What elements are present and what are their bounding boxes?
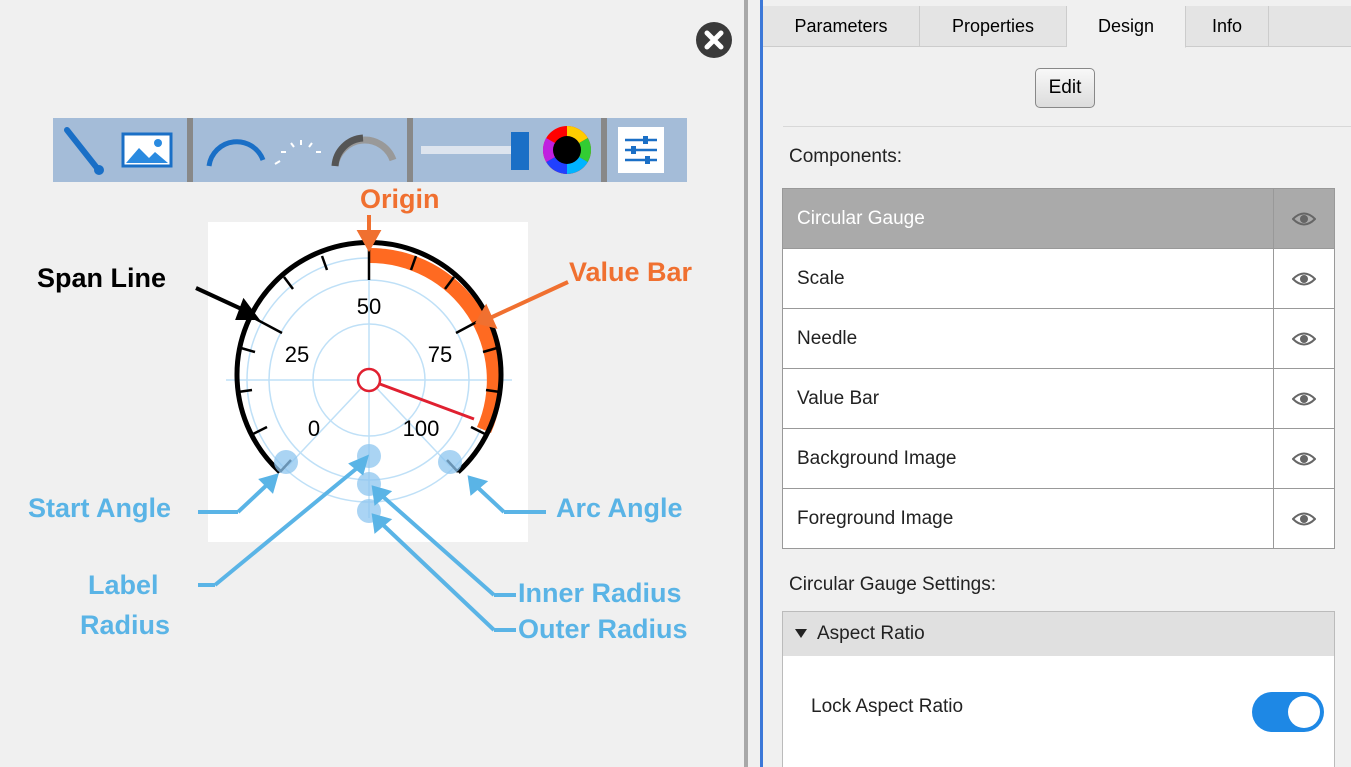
annotation-label-radius: Label: [88, 570, 159, 600]
component-name: Needle: [797, 328, 858, 349]
annotation-outer-radius: Outer Radius: [518, 614, 688, 644]
annotation-inner-radius: Inner Radius: [518, 578, 682, 608]
component-name: Value Bar: [797, 388, 880, 409]
annotation-origin: Origin: [360, 184, 440, 214]
component-name: Scale: [797, 268, 845, 289]
divider-line: [783, 126, 1351, 127]
caret-down-icon: [795, 629, 807, 638]
component-name: Background Image: [797, 448, 957, 469]
eye-icon[interactable]: [1292, 510, 1316, 528]
eye-icon[interactable]: [1292, 330, 1316, 348]
settings-label: Circular Gauge Settings:: [789, 574, 996, 595]
edit-button[interactable]: Edit: [1035, 68, 1095, 108]
eye-icon[interactable]: [1292, 270, 1316, 288]
tab-bar: Parameters Properties Design Info: [763, 6, 1351, 48]
annotation-arc-angle: Arc Angle: [556, 493, 683, 523]
component-row-value-bar[interactable]: Value Bar: [783, 369, 1334, 429]
panel-divider[interactable]: [744, 0, 748, 767]
eye-icon[interactable]: [1292, 210, 1316, 228]
lock-aspect-ratio-label: Lock Aspect Ratio: [811, 696, 964, 717]
tab-parameters[interactable]: Parameters: [763, 6, 920, 46]
component-row-needle[interactable]: Needle: [783, 309, 1334, 369]
gauge-canvas-panel: 0 25 50 75 100 Origin Span Line Value Ba…: [0, 0, 744, 767]
annotation-start-angle: Start Angle: [28, 493, 172, 523]
annotation-span-line: Span Line: [37, 263, 167, 293]
aspect-ratio-section-header[interactable]: Aspect Ratio: [782, 611, 1335, 657]
aspect-ratio-title: Aspect Ratio: [817, 623, 925, 644]
component-row-circular-gauge[interactable]: Circular Gauge: [783, 189, 1334, 249]
component-row-foreground-image[interactable]: Foreground Image: [783, 489, 1334, 548]
components-label: Components:: [789, 146, 903, 167]
eye-icon[interactable]: [1292, 450, 1316, 468]
eye-icon[interactable]: [1292, 390, 1316, 408]
annotation-arrows: [195, 215, 569, 632]
annotation-value-bar: Value Bar: [569, 257, 693, 287]
tab-properties[interactable]: Properties: [920, 6, 1067, 46]
tab-info[interactable]: Info: [1186, 6, 1269, 46]
component-row-background-image[interactable]: Background Image: [783, 429, 1334, 489]
annotation-label-radius-line2: Radius: [80, 610, 171, 640]
component-name: Foreground Image: [797, 508, 954, 529]
toggle-knob: [1288, 696, 1320, 728]
lock-aspect-ratio-toggle[interactable]: [1252, 692, 1324, 732]
component-row-scale[interactable]: Scale: [783, 249, 1334, 309]
property-inspector: Parameters Properties Design Info Edit C…: [763, 0, 1351, 767]
tab-design[interactable]: Design: [1067, 6, 1186, 48]
component-name: Circular Gauge: [797, 208, 925, 229]
components-table: Circular Gauge Scale Needle Value Bar Ba…: [782, 188, 1335, 549]
